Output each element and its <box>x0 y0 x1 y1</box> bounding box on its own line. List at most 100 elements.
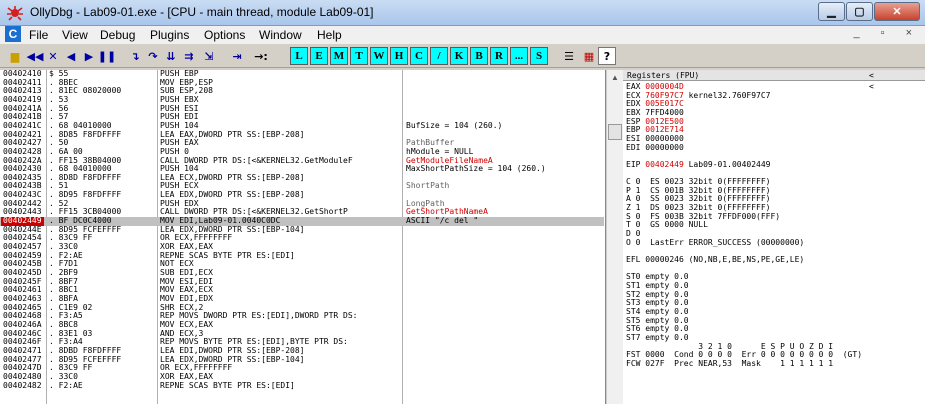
row-disassembly: REP MOVS BYTE PTR ES:[EDI],BYTE PTR DS: <box>160 338 348 347</box>
menu-help[interactable]: Help <box>317 28 342 42</box>
register-name: ST4 empty 0.0 <box>626 306 689 316</box>
maximize-button[interactable]: ▢ <box>846 2 873 21</box>
pause-icon[interactable]: ❚❚ <box>98 47 116 65</box>
register-name: ESI <box>626 133 646 143</box>
disassembly-row[interactable]: 00402454. 83C9 FF OR ECX,FFFFFFFF <box>0 234 604 243</box>
menu-file[interactable]: File <box>29 28 48 42</box>
register-value: 00402449 <box>645 159 684 169</box>
handles-window-button[interactable]: H <box>390 47 408 65</box>
log-window-button[interactable]: L <box>290 47 308 65</box>
register-line[interactable]: FCW 027F Prec NEAR,53 Mask 1 1 1 1 1 1 <box>626 358 834 369</box>
go-to-icon[interactable]: ⇥ <box>228 47 246 65</box>
source-window-button[interactable]: S <box>530 47 548 65</box>
register-line[interactable]: EFL 00000246 (NO,NB,E,BE,NS,PE,GE,LE) <box>626 255 804 265</box>
ollydbg-bug-icon[interactable] <box>6 4 24 22</box>
row-disassembly: OR ECX,FFFFFFFF <box>160 234 233 243</box>
play-icon[interactable]: ◀ <box>62 47 80 65</box>
menu-bar: C File View Debug Plugins Options Window… <box>0 26 925 44</box>
disassembly-row[interactable]: 00402413. 81EC 08020000 SUB ESP,208 <box>0 87 604 96</box>
registers-header[interactable]: Registers (FPU) < < <box>623 70 925 91</box>
step-into-icon[interactable]: ↴ <box>126 47 144 65</box>
disassembly-row[interactable]: 00402482 . F2:AE REPNE SCAS BYTE PTR ES:[E… <box>0 380 604 391</box>
minimize-button[interactable]: ▁ <box>818 2 845 21</box>
modules-window-button[interactable]: E <box>310 47 328 65</box>
disassembly-row[interactable]: 00402435. 8D8D F8FDFFFF LEA ECX,DWORD PTR… <box>0 173 604 183</box>
patches-window-button[interactable]: / <box>430 47 448 65</box>
row-disassembly: PUSH EBX <box>160 95 199 104</box>
registers-pane[interactable]: Registers (FPU) < < EAX 0000004D ECX 760F… <box>623 70 925 404</box>
breakpoints-window-button[interactable]: B <box>470 47 488 65</box>
run-trace-button[interactable]: ... <box>510 47 528 65</box>
register-line[interactable]: O 0 LastErr ERROR_SUCCESS (00000000) <box>626 238 804 248</box>
register-value: 00000000 <box>645 133 684 143</box>
row-disassembly: REPNE SCAS BYTE PTR ES:[EDI] <box>160 251 295 260</box>
disassembly-row[interactable]: 00402459. F2:AE REPNE SCAS BYTE PTR ES:[E… <box>0 251 604 261</box>
disassembly-row[interactable]: 0040245F. 8BF7 MOV ESI,EDI <box>0 277 604 287</box>
row-comment: PathBuffer <box>406 139 455 148</box>
register-name: S 0 FS 003B 32bit 7FFDF000(FFF) <box>626 211 781 221</box>
row-disassembly: MOV EDI,EDX <box>160 294 213 303</box>
disassembly-row[interactable]: 00402461. 8BC1 MOV EAX,ECX <box>0 286 604 295</box>
disassembly-row[interactable]: 0040246C. 83E1 03 AND ECX,3 <box>0 329 604 339</box>
register-line[interactable]: EDI 00000000 <box>626 143 684 153</box>
row-disassembly: CALL DWORD PTR DS:[<&KERNEL32.GetShortP <box>160 208 348 217</box>
register-name: EIP <box>626 159 646 169</box>
close-button[interactable]: ✕ <box>874 2 920 21</box>
register-name: ST7 empty 0.0 <box>626 332 689 342</box>
disassembly-row[interactable]: 00402421. 8D85 F8FDFFFF LEA EAX,DWORD PTR… <box>0 130 604 140</box>
disassembly-row[interactable]: 00402410 $ 55 PUSH EBP <box>0 70 604 79</box>
register-value: 7FFD4000 <box>645 107 684 117</box>
disassembly-row[interactable]: 0040247D. 83C9 FF OR ECX,FFFFFFFF <box>0 364 604 373</box>
menu-window[interactable]: Window <box>259 28 302 42</box>
step-over-icon[interactable]: ↷ <box>144 47 162 65</box>
menu-options[interactable]: Options <box>204 28 245 42</box>
register-value: 0000004D <box>645 82 684 91</box>
scroll-thumb[interactable] <box>608 124 622 140</box>
disassembly-row[interactable]: 00402427. 50 PUSH EAX PathBuffer <box>0 139 604 148</box>
open-folder-icon[interactable]: ▆ <box>6 47 24 65</box>
list-icon[interactable]: ☰ <box>560 47 578 65</box>
disassembly-row[interactable]: 0040245B. F7D1 NOT ECX <box>0 260 604 269</box>
scroll-up-arrow-icon[interactable]: ▲ <box>607 70 623 86</box>
disassembly-row[interactable]: 00402468. F3:A5 REP MOVS DWORD PTR ES:[ED… <box>0 312 604 321</box>
mdi-child-controls[interactable]: _ ▫ × <box>853 27 921 39</box>
run-icon[interactable]: ▶ <box>80 47 98 65</box>
cpu-window-icon[interactable]: C <box>5 26 21 42</box>
disassembly-row[interactable]: 00402419. 53 PUSH EBX <box>0 95 604 105</box>
disassembly-row[interactable]: 0040245D. 2BF9 SUB EDI,ECX <box>0 268 604 278</box>
row-disassembly: PUSH 104 <box>160 165 199 174</box>
disassembly-row[interactable]: 00402480. 33C0 XOR EAX,EAX <box>0 372 604 382</box>
registers-scroll-arrows-icon[interactable]: < < <box>869 70 925 92</box>
windows-window-button[interactable]: W <box>370 47 388 65</box>
disassembly-row[interactable]: 00402465. C1E9 02 SHR ECX,2 <box>0 303 604 313</box>
appearance-icon[interactable]: ▦ <box>580 47 598 65</box>
row-hex-dump: . F2:AE <box>49 380 83 390</box>
menu-plugins[interactable]: Plugins <box>150 28 189 42</box>
go-to-expression-icon[interactable]: →: <box>252 47 270 65</box>
trace-over-icon[interactable]: ⇉ <box>180 47 198 65</box>
row-disassembly: XOR EAX,EAX <box>160 372 213 381</box>
disassembly-row[interactable]: 0040241A. 56 PUSH ESI <box>0 104 604 114</box>
execute-till-return-icon[interactable]: ⇲ <box>200 47 218 65</box>
threads-window-button[interactable]: T <box>350 47 368 65</box>
cpu-window-button[interactable]: C <box>410 47 428 65</box>
registers-title: Registers (FPU) <box>627 71 700 80</box>
register-line[interactable]: EIP 00402449 Lab09-01.00402449 <box>626 159 771 170</box>
references-window-button[interactable]: R <box>490 47 508 65</box>
disassembly-row[interactable]: 00402457. 33C0 XOR EAX,EAX <box>0 242 604 252</box>
disassembly-pane[interactable]: 00402410 $ 55 PUSH EBP 00402411. 8BEC MOV EB… <box>0 70 606 404</box>
row-comment: MaxShortPathSize = 104 (260.) <box>406 165 546 174</box>
disassembly-scrollbar[interactable]: ▲ <box>606 70 623 404</box>
trace-into-icon[interactable]: ⇊ <box>162 47 180 65</box>
memory-window-button[interactable]: M <box>330 47 348 65</box>
restart-icon[interactable]: ◀◀ <box>26 47 44 65</box>
call-stack-button[interactable]: K <box>450 47 468 65</box>
row-comment: GetModuleFileNameA <box>406 156 493 165</box>
register-value: 0012E500 <box>645 116 684 126</box>
close-program-icon[interactable]: ✕ <box>44 47 62 65</box>
help-icon[interactable]: ? <box>598 47 616 65</box>
register-name: FCW 027F Prec NEAR,53 Mask 1 1 1 1 1 1 <box>626 358 834 368</box>
menu-view[interactable]: View <box>62 28 88 42</box>
menu-debug[interactable]: Debug <box>100 28 135 42</box>
disassembly-row[interactable]: 0040243C. 8D95 F8FDFFFF LEA EDX,DWORD PTR… <box>0 190 604 200</box>
